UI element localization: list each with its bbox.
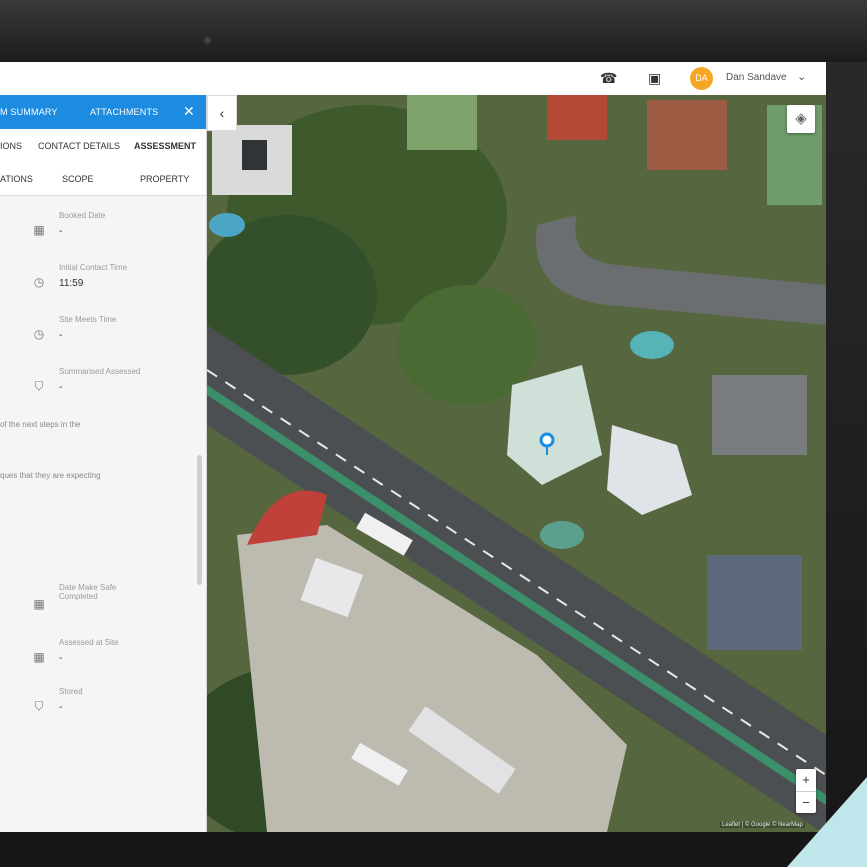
panel-primary-tabs: M SUMMARY ATTACHMENTS ✕ (0, 95, 206, 129)
tab-assessment[interactable]: ASSESSMENT (134, 141, 196, 151)
chevron-down-icon[interactable]: ⌄ (797, 70, 806, 83)
calendar-icon: ▦ (33, 597, 45, 611)
field-site-meets-time[interactable]: ◷ Site Meets Time - (32, 315, 202, 345)
layers-icon[interactable]: ◈ (787, 105, 815, 133)
calendar-icon: ▦ (33, 223, 45, 237)
tab-attachments[interactable]: ATTACHMENTS (90, 107, 158, 117)
calendar-icon: ▦ (33, 650, 45, 664)
tab-scope[interactable]: SCOPE (62, 174, 94, 184)
collapse-panel-button[interactable]: ‹ (207, 95, 237, 131)
field-value: - (59, 702, 63, 713)
panel-tertiary-tabs: ATIONS SCOPE PROPERTY (0, 163, 206, 196)
field-summarised-assessed[interactable]: ⛉ Summarised Assessed - (32, 367, 202, 397)
field-initial-contact-time[interactable]: ◷ Initial Contact Time 11:59 (32, 263, 202, 293)
app-header: ☎ ▣ DA Dan Sandave ⌄ (0, 62, 826, 96)
avatar[interactable]: DA (690, 67, 713, 90)
shield-icon: ⛉ (34, 699, 44, 713)
field-label: Booked Date (59, 211, 106, 220)
field-booked-date[interactable]: ▦ Booked Date - (32, 211, 202, 241)
field-value: 11:59 (59, 278, 84, 289)
field-stored[interactable]: ⛉ Stored - (32, 687, 202, 717)
field-value: - (59, 226, 63, 237)
field-label: Date Make Safe Completed (59, 583, 117, 601)
tab-contact-details[interactable]: CONTACT DETAILS (38, 141, 120, 151)
panel-scrollbar[interactable] (197, 455, 202, 585)
field-assessed-at-site[interactable]: ▦ Assessed at Site - (32, 638, 202, 668)
field-value: - (59, 330, 63, 341)
phone-icon[interactable]: ☎ (600, 70, 617, 87)
field-value: - (59, 382, 63, 393)
field-date-make-safe[interactable]: ▦ Date Make Safe Completed (32, 583, 202, 617)
tab-actions[interactable]: IONS (0, 141, 22, 151)
tab-summary[interactable]: M SUMMARY (0, 107, 58, 117)
field-label: Stored (59, 687, 83, 696)
field-value: - (59, 653, 63, 664)
tab-locations[interactable]: ATIONS (0, 174, 33, 184)
user-name[interactable]: Dan Sandave (726, 72, 787, 83)
map-imagery (207, 95, 826, 832)
tab-property[interactable]: PROPERTY (140, 174, 189, 184)
field-label: Initial Contact Time (59, 263, 128, 272)
field-label: Assessed at Site (59, 638, 119, 647)
help-icon[interactable]: ▣ (648, 70, 661, 87)
satellite-map[interactable]: Leaflet | © Google © NearMap (207, 95, 826, 832)
note-text: ques that they are expecting (0, 471, 101, 480)
shield-icon: ⛉ (34, 379, 44, 393)
claim-side-panel: M SUMMARY ATTACHMENTS ✕ IONS CONTACT DET… (0, 95, 207, 832)
corner-accent (787, 777, 867, 867)
panel-secondary-tabs: IONS CONTACT DETAILS ASSESSMENT (0, 129, 206, 165)
camera-icon (203, 36, 212, 45)
screen: ☎ ▣ DA Dan Sandave ⌄ M SUMMARY ATTACHMEN… (0, 62, 826, 832)
field-label: Summarised Assessed (59, 367, 141, 376)
field-label: Site Meets Time (59, 315, 117, 324)
device-bezel-top (0, 0, 867, 62)
clock-icon: ◷ (33, 275, 45, 289)
clock-icon: ◷ (33, 327, 45, 341)
note-text: of the next steps in the (0, 420, 81, 429)
close-icon[interactable]: ✕ (183, 103, 195, 120)
